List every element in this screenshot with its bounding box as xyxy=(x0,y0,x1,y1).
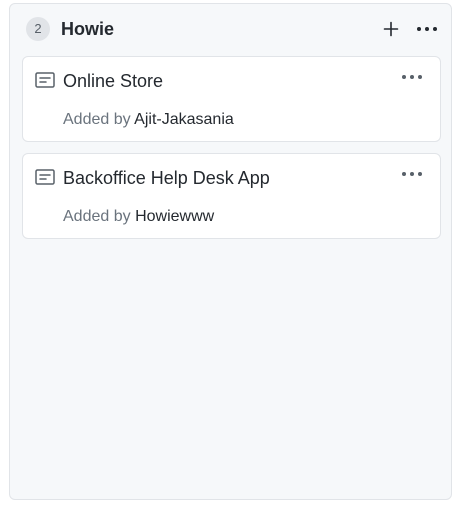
kebab-horizontal-icon xyxy=(417,27,437,31)
added-by-line: Added by Ajit-Jakasania xyxy=(63,110,234,130)
card-title[interactable]: Backoffice Help Desk App xyxy=(63,167,270,189)
plus-icon xyxy=(383,21,399,37)
column-header: 2 Howie xyxy=(10,4,451,54)
added-by-user-link[interactable]: Ajit-Jakasania xyxy=(134,111,234,128)
note-card[interactable]: Online Store Added by Ajit-Jakasania xyxy=(22,56,441,142)
note-icon xyxy=(35,72,55,88)
card-title[interactable]: Online Store xyxy=(63,70,163,92)
added-by-label: Added by xyxy=(63,111,131,128)
kebab-horizontal-icon xyxy=(402,172,422,176)
column-menu-button[interactable] xyxy=(413,15,441,43)
added-by-label: Added by xyxy=(63,208,131,225)
added-by-line: Added by Howiewww xyxy=(63,207,214,227)
column-title: Howie xyxy=(61,19,115,39)
card-menu-button[interactable] xyxy=(398,65,426,89)
note-icon xyxy=(35,169,55,185)
added-by-user-link[interactable]: Howiewww xyxy=(135,208,214,225)
project-column: 2 Howie Online Store Added by Ajit-Jakas… xyxy=(9,3,452,500)
kebab-horizontal-icon xyxy=(402,75,422,79)
card-count-badge: 2 xyxy=(26,17,50,41)
card-menu-button[interactable] xyxy=(398,162,426,186)
add-card-button[interactable] xyxy=(377,15,405,43)
note-card[interactable]: Backoffice Help Desk App Added by Howiew… xyxy=(22,153,441,239)
